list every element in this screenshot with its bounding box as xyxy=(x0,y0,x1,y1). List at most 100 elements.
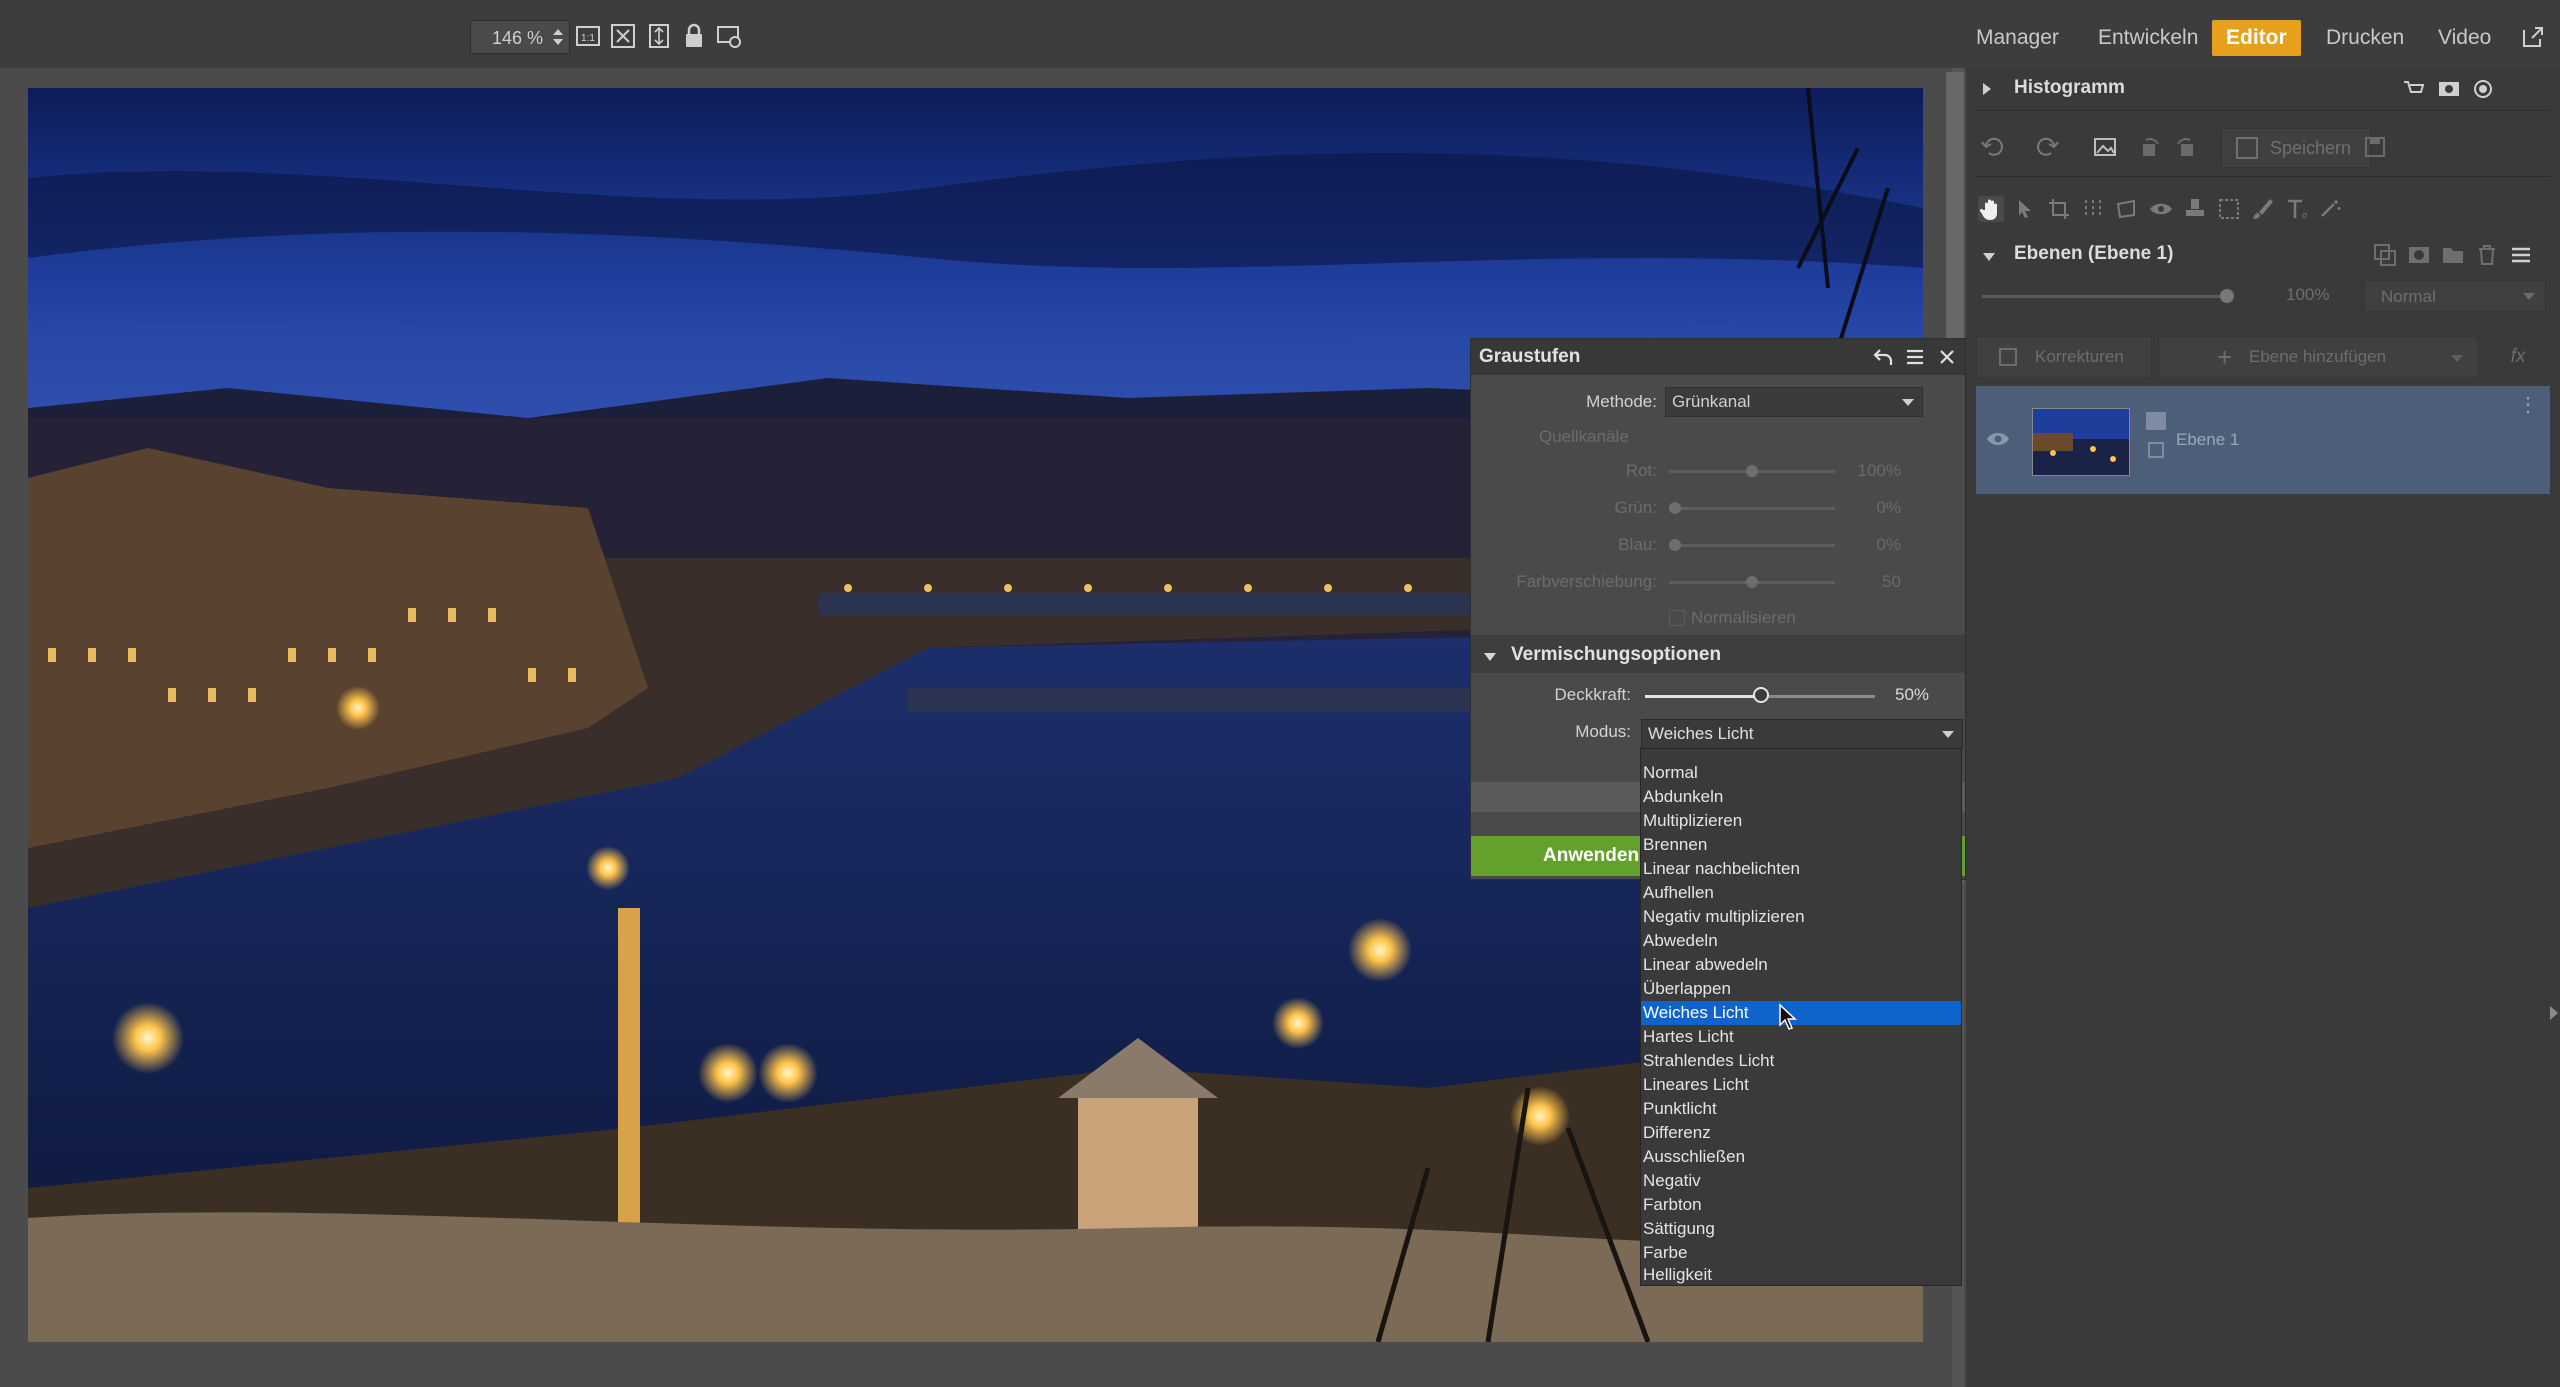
layer-mask-small-icon[interactable] xyxy=(2146,412,2166,430)
layer-mask-icon[interactable] xyxy=(2406,242,2432,268)
mode-option[interactable]: Linear abwedeln xyxy=(1641,953,1961,977)
layer-opacity-slider[interactable] xyxy=(1982,295,2232,298)
mode-option[interactable]: Negativ xyxy=(1641,1169,1961,1193)
blue-channel-slider[interactable] xyxy=(1669,544,1835,547)
rotate-left-icon[interactable] xyxy=(2138,134,2164,160)
hand-tool-icon[interactable] xyxy=(1978,196,2004,222)
duplicate-layer-icon[interactable] xyxy=(2372,242,2398,268)
magic-tool-icon[interactable] xyxy=(2318,196,2344,222)
add-layer-button[interactable]: + Ebene hinzufügen xyxy=(2158,336,2478,378)
green-channel-slider[interactable] xyxy=(1669,507,1835,510)
mode-option[interactable]: Differenz xyxy=(1641,1121,1961,1145)
layers-menu-icon[interactable] xyxy=(2508,242,2534,268)
histogram-channel-icon[interactable] xyxy=(2436,76,2462,102)
redo-icon[interactable] xyxy=(2034,134,2060,160)
mode-option-selected[interactable]: Weiches Licht xyxy=(1641,1001,1961,1025)
mode-option[interactable]: Linear nachbelichten xyxy=(1641,857,1961,881)
tab-manager[interactable]: Manager xyxy=(1962,20,2073,56)
dialog-menu-icon[interactable] xyxy=(1903,345,1927,369)
tab-drucken[interactable]: Drucken xyxy=(2312,20,2418,56)
mode-option[interactable]: Normal xyxy=(1641,761,1961,785)
selection-tool-icon[interactable] xyxy=(2216,196,2242,222)
zoom-up-icon[interactable] xyxy=(553,29,563,35)
method-select[interactable]: Grünkanal xyxy=(1665,387,1923,417)
transform-tool-icon[interactable] xyxy=(2114,196,2140,222)
mode-option[interactable]: Strahlendes Licht xyxy=(1641,1049,1961,1073)
tab-entwickeln[interactable]: Entwickeln xyxy=(2084,20,2212,56)
image-icon[interactable] xyxy=(2092,134,2118,160)
select-tool-icon[interactable] xyxy=(2012,196,2038,222)
crop-tool-icon[interactable] xyxy=(2046,196,2072,222)
fit-screen-icon[interactable] xyxy=(609,22,637,50)
opacity-knob[interactable] xyxy=(1753,687,1769,703)
chevron-down-icon xyxy=(2451,355,2463,362)
save-label: Speichern xyxy=(2270,138,2352,158)
straighten-tool-icon[interactable] xyxy=(2080,196,2106,222)
delete-layer-icon[interactable] xyxy=(2474,242,2500,268)
layer-more-icon[interactable]: ⋮ xyxy=(2518,395,2538,415)
close-icon[interactable] xyxy=(1935,345,1959,369)
brush-tool-icon[interactable] xyxy=(2250,196,2276,222)
visibility-eye-icon[interactable] xyxy=(1986,430,2010,453)
clone-tool-icon[interactable] xyxy=(2182,196,2208,222)
dialog-header[interactable]: Graustufen xyxy=(1471,339,1965,375)
layer-name: Ebene 1 xyxy=(2176,430,2240,449)
red-channel-knob[interactable] xyxy=(1746,465,1758,477)
color-shift-knob[interactable] xyxy=(1746,576,1758,588)
mode-option[interactable]: Negativ multiplizieren xyxy=(1641,905,1961,929)
blend-mode-select[interactable]: Weiches Licht xyxy=(1641,719,1963,749)
layers-header[interactable]: Ebenen (Ebene 1) xyxy=(1966,234,2560,274)
opacity-slider-fill xyxy=(1645,695,1761,698)
mode-option[interactable]: Multiplizieren xyxy=(1641,809,1961,833)
compare-view-icon[interactable] xyxy=(715,22,743,50)
red-eye-tool-icon[interactable] xyxy=(2148,196,2174,222)
panel-expand-icon[interactable] xyxy=(2550,1006,2558,1020)
mode-option[interactable]: Ausschließen xyxy=(1641,1145,1961,1169)
save-button[interactable]: Speichern xyxy=(2221,128,2371,168)
mouse-cursor-icon xyxy=(1778,1003,1798,1031)
top-toolbar: 146 % 1:1 Manager Entwickeln Editor Druc… xyxy=(0,0,2560,69)
normalize-checkbox[interactable] xyxy=(1669,610,1685,626)
reset-icon[interactable] xyxy=(1871,345,1895,369)
mode-option[interactable]: Abwedeln xyxy=(1641,929,1961,953)
fit-height-icon[interactable] xyxy=(645,22,673,50)
layer-link-icon[interactable] xyxy=(2148,442,2164,458)
mode-option[interactable]: Hartes Licht xyxy=(1641,1025,1961,1049)
mode-option[interactable]: Lineares Licht xyxy=(1641,1073,1961,1097)
mode-option[interactable]: Abdunkeln xyxy=(1641,785,1961,809)
fx-button[interactable]: fx xyxy=(2486,336,2550,378)
layer-blend-select[interactable]: Normal xyxy=(2364,280,2546,312)
mode-option[interactable]: Aufhellen xyxy=(1641,881,1961,905)
corrections-label: Korrekturen xyxy=(2035,347,2124,366)
text-tool-icon[interactable]: o xyxy=(2284,196,2310,222)
mode-option[interactable]: Farbe xyxy=(1641,1241,1961,1265)
zoom-input[interactable]: 146 % xyxy=(470,20,570,54)
mode-option[interactable]: Helligkeit xyxy=(1641,1265,1961,1285)
mode-option[interactable]: Brennen xyxy=(1641,833,1961,857)
tab-editor[interactable]: Editor xyxy=(2212,20,2301,56)
undo-icon[interactable] xyxy=(1980,134,2006,160)
mode-option[interactable]: Überlappen xyxy=(1641,977,1961,1001)
blend-mode-dropdown[interactable]: Normal Abdunkeln Multiplizieren Brennen … xyxy=(1640,748,1962,1286)
tab-video[interactable]: Video xyxy=(2424,20,2505,56)
mode-option[interactable]: Farbton xyxy=(1641,1193,1961,1217)
blue-channel-value: 0% xyxy=(1876,535,1901,554)
mode-option[interactable]: Sättigung xyxy=(1641,1217,1961,1241)
blend-options-header[interactable]: Vermischungsoptionen xyxy=(1471,635,1965,673)
histogram-warning-icon[interactable] xyxy=(2400,76,2426,102)
svg-text:o: o xyxy=(2302,210,2307,220)
lock-icon[interactable] xyxy=(680,22,708,50)
histogram-mode-icon[interactable] xyxy=(2470,76,2496,102)
corrections-button[interactable]: Korrekturen xyxy=(1976,336,2152,378)
mode-option[interactable]: Punktlicht xyxy=(1641,1097,1961,1121)
blue-channel-knob[interactable] xyxy=(1669,539,1681,551)
layer-opacity-knob[interactable] xyxy=(2220,289,2234,303)
zoom-down-icon[interactable] xyxy=(553,39,563,45)
actual-size-icon[interactable]: 1:1 xyxy=(574,22,602,50)
external-window-icon[interactable] xyxy=(2520,24,2546,50)
folder-icon[interactable] xyxy=(2440,242,2466,268)
layer-row[interactable]: Ebene 1 ⋮ xyxy=(1976,386,2550,494)
green-channel-knob[interactable] xyxy=(1669,502,1681,514)
save-as-icon[interactable] xyxy=(2362,134,2388,160)
rotate-right-icon[interactable] xyxy=(2172,134,2198,160)
